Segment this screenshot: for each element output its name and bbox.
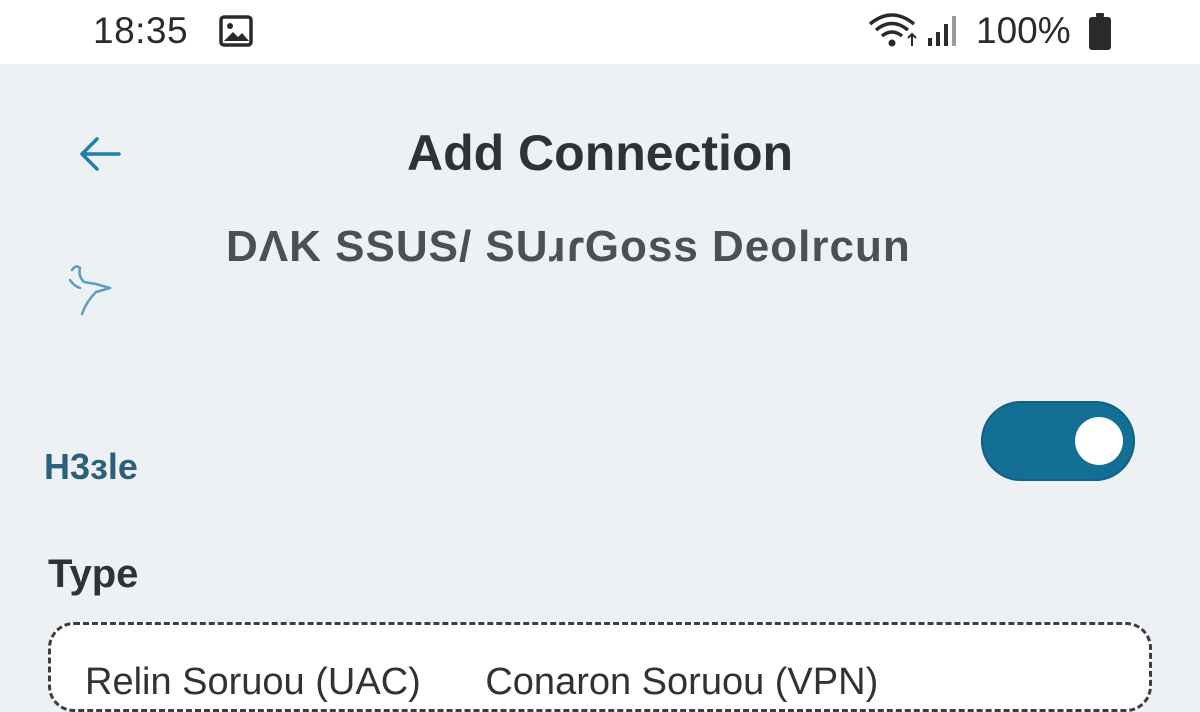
type-options: Relin Soruou (UAC) Conaron Soruou (VPN): [85, 661, 932, 704]
type-label: Type: [48, 552, 139, 596]
enable-toggle[interactable]: [981, 401, 1135, 481]
enable-label: H3ɜle: [44, 446, 138, 487]
type-option-2[interactable]: Conaron Soruou (VPN): [485, 661, 878, 703]
wifi-icon: [868, 12, 920, 53]
page-title: Add Connection: [406, 125, 794, 181]
signal-icon: [926, 14, 960, 53]
type-selector[interactable]: Relin Soruou (UAC) Conaron Soruou (VPN): [48, 622, 1152, 712]
battery-percentage: 100%: [976, 10, 1071, 51]
image-icon: [219, 15, 253, 52]
status-bar: 18:35 100%: [0, 0, 1200, 64]
battery-icon: [1088, 13, 1112, 56]
page-subtitle: DΛK SSUS/ SUɹɾGoss Deolrcun: [226, 222, 911, 271]
toggle-knob: [1075, 417, 1123, 465]
type-option-1[interactable]: Relin Soruou (UAC): [85, 661, 421, 703]
status-time: 18:35: [93, 10, 189, 51]
bird-icon[interactable]: [66, 258, 118, 320]
